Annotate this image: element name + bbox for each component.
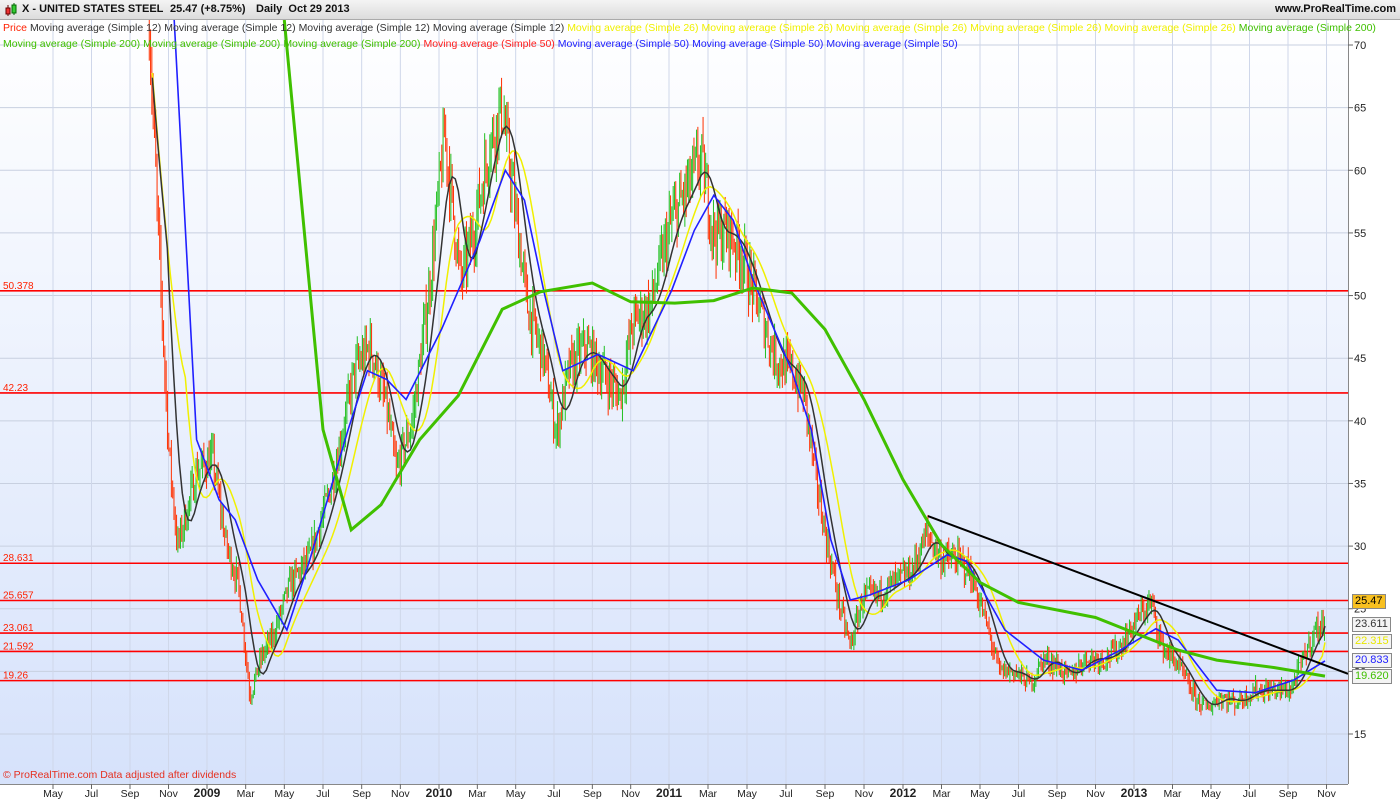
x-tick-label: May: [274, 788, 295, 800]
y-tick-label: 55: [1354, 228, 1366, 240]
x-tick-label: Nov: [621, 788, 640, 800]
last-value-badge: 19.620: [1352, 669, 1392, 684]
x-tick-label: Sep: [583, 788, 602, 800]
legend-item[interactable]: Moving average (Simple 200): [3, 38, 140, 50]
y-tick-label: 60: [1354, 165, 1366, 177]
y-tick-label: 30: [1354, 541, 1366, 553]
legend-item[interactable]: Price: [3, 22, 27, 34]
x-tick-label: Mar: [699, 788, 718, 800]
last-value-badge: 25.47: [1352, 594, 1386, 609]
x-tick-label: Nov: [1317, 788, 1336, 800]
legend-item[interactable]: Moving average (Simple 26): [1104, 22, 1235, 34]
x-tick-label: May: [1201, 788, 1222, 800]
x-tick-label: Mar: [1163, 788, 1182, 800]
legend-item[interactable]: Moving average (Simple 200): [1239, 22, 1376, 34]
y-tick-label: 65: [1354, 103, 1366, 115]
level-label: 42.23: [3, 383, 28, 394]
legend-item[interactable]: Moving average (Simple 50): [423, 38, 554, 50]
legend-item[interactable]: Moving average (Simple 12): [299, 22, 430, 34]
x-tick-label: 2011: [656, 786, 682, 800]
x-tick-label: 2010: [426, 786, 453, 800]
y-tick-label: 50: [1354, 291, 1366, 303]
x-tick-label: May: [43, 788, 64, 800]
legend-item[interactable]: Moving average (Simple 12): [433, 22, 564, 34]
copyright-note: © ProRealTime.com Data adjusted after di…: [3, 769, 237, 781]
level-label: 50.378: [3, 281, 34, 292]
y-tick-label: 45: [1354, 353, 1366, 365]
last-value-badge: 22.315: [1352, 634, 1392, 649]
period-date: Daily Oct 29 2013: [256, 3, 350, 15]
last-value-badge: 23.611: [1352, 617, 1391, 632]
legend-item[interactable]: Moving average (Simple 12): [164, 22, 295, 34]
x-tick-label: Jul: [547, 788, 560, 800]
price-chart[interactable]: 50.378 42.23 28.631 25.657 23.061 21.592 19.26…: [0, 0, 1400, 800]
plot-area: [0, 20, 1348, 784]
x-tick-label: Nov: [1086, 788, 1105, 800]
price-change: 25.47 (+8.75%): [170, 3, 246, 15]
x-tick-label: May: [970, 788, 991, 800]
x-tick-label: 2009: [194, 786, 221, 800]
x-tick-label: Jul: [1243, 788, 1256, 800]
y-tick-label: 70: [1354, 40, 1366, 52]
legend-item[interactable]: Moving average (Simple 50): [826, 38, 957, 50]
x-tick-label: May: [506, 788, 527, 800]
x-tick-label: Sep: [121, 788, 140, 800]
x-tick-label: Jul: [1012, 788, 1025, 800]
level-label: 25.657: [3, 590, 34, 601]
y-tick-label: 40: [1354, 416, 1366, 428]
legend-item[interactable]: Moving average (Simple 26): [970, 22, 1101, 34]
level-label: 19.26: [3, 671, 28, 682]
x-tick-label: May: [737, 788, 758, 800]
last-value-badge: 20.833: [1352, 653, 1392, 668]
x-tick-label: Mar: [237, 788, 256, 800]
x-tick-label: Sep: [816, 788, 835, 800]
level-label: 28.631: [3, 553, 34, 564]
x-tick-label: Jul: [779, 788, 792, 800]
legend-item[interactable]: Moving average (Simple 26): [702, 22, 833, 34]
x-tick-label: Jul: [316, 788, 329, 800]
y-tick-label: 35: [1354, 478, 1366, 490]
legend-row-2: Moving average (Simple 200) Moving averag…: [3, 38, 961, 50]
x-tick-label: 2013: [1121, 786, 1148, 800]
x-tick-label: Mar: [932, 788, 951, 800]
x-tick-label: Sep: [1279, 788, 1298, 800]
level-label: 23.061: [3, 623, 34, 634]
x-tick-label: Nov: [855, 788, 874, 800]
x-tick-label: Jul: [85, 788, 98, 800]
legend-item[interactable]: Moving average (Simple 200): [283, 38, 420, 50]
x-tick-label: Mar: [468, 788, 487, 800]
symbol-title: X - UNITED STATES STEEL: [22, 3, 164, 15]
legend-item[interactable]: Moving average (Simple 26): [836, 22, 967, 34]
x-tick-label: Nov: [159, 788, 178, 800]
chart-header: X - UNITED STATES STEEL 25.47 (+8.75%) D…: [0, 0, 1400, 20]
legend-item[interactable]: Moving average (Simple 12): [30, 22, 161, 34]
y-tick-label: 15: [1354, 729, 1366, 741]
legend-item[interactable]: Moving average (Simple 26): [567, 22, 698, 34]
site-link[interactable]: www.ProRealTime.com: [1275, 3, 1396, 15]
legend-item[interactable]: Moving average (Simple 50): [558, 38, 689, 50]
candlestick-logo-icon: [5, 3, 17, 16]
x-tick-label: Sep: [1048, 788, 1067, 800]
legend-item[interactable]: Moving average (Simple 200): [143, 38, 280, 50]
legend-row-1: Price Moving average (Simple 12) Moving av…: [3, 22, 1379, 34]
level-label: 21.592: [3, 641, 34, 652]
legend-item[interactable]: Moving average (Simple 50): [692, 38, 823, 50]
x-tick-label: 2012: [890, 786, 917, 800]
x-tick-label: Sep: [352, 788, 371, 800]
x-tick-label: Nov: [391, 788, 410, 800]
